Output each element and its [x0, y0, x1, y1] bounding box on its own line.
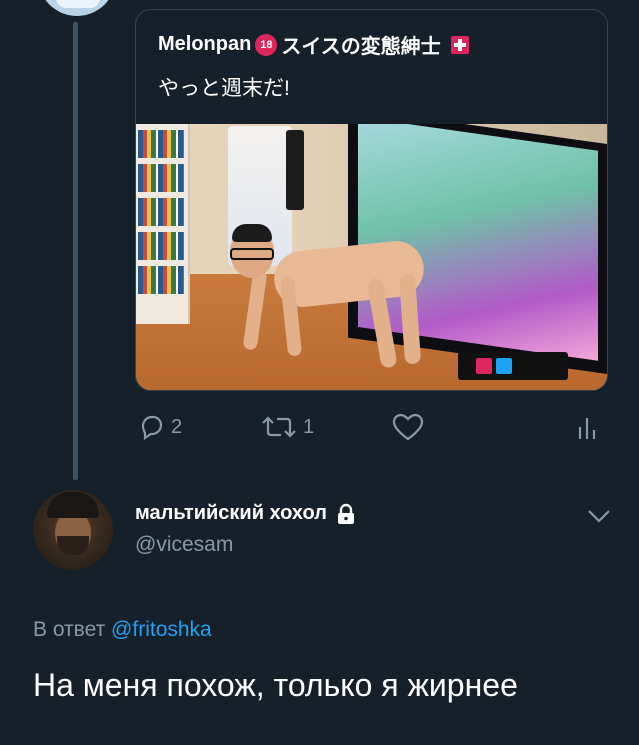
quoted-author-name-suffix: スイスの変態紳士 [281, 36, 441, 58]
quoted-tweet-text: やっと週末だ! [158, 77, 290, 100]
18-badge-icon: 18 [255, 33, 278, 56]
lock-icon [337, 503, 354, 524]
retweet-count: 1 [303, 415, 315, 438]
chevron-down-icon[interactable] [586, 506, 612, 526]
reply-icon [141, 415, 163, 441]
retweet-icon [262, 416, 296, 438]
photo-speaker [286, 130, 304, 210]
photo-books [138, 198, 184, 226]
photo-person [224, 224, 434, 378]
reply-button[interactable]: 2 [137, 412, 182, 442]
analytics-icon [578, 418, 596, 439]
swiss-flag-icon [450, 35, 469, 54]
photo-books [138, 130, 184, 158]
tweet-actions: 2 1 [135, 412, 606, 446]
avatar-beard [57, 536, 89, 556]
quoted-author-name: Melonpan [158, 33, 252, 55]
quoted-tweet-header: Melonpan 18 スイスの変態紳士 [158, 30, 469, 59]
photo-person-leg [398, 273, 422, 365]
avatar-hat [47, 492, 99, 518]
reply-to-mention[interactable]: @fritoshka [111, 618, 212, 641]
retweet-button[interactable]: 1 [259, 412, 314, 442]
like-button[interactable] [391, 412, 425, 442]
photo-person-glasses [230, 248, 274, 260]
photo-bookshelf [136, 124, 190, 324]
photo-console-dock [458, 352, 568, 380]
thread-line [73, 22, 78, 480]
analytics-button[interactable] [575, 412, 601, 442]
photo-books [138, 164, 184, 192]
photo-person-arm [242, 269, 268, 351]
previous-avatar[interactable] [38, 0, 116, 16]
author-username[interactable]: @vicesam [135, 533, 233, 557]
photo-books [138, 266, 184, 294]
reply-to-line: В ответ @fritoshka [33, 618, 212, 642]
author-display-name[interactable]: мальтийский хохол [135, 502, 357, 525]
tweet-text: На меня похож, только я жирнее [33, 667, 518, 703]
avatar[interactable] [33, 490, 113, 570]
quoted-tweet-photo[interactable] [136, 124, 607, 390]
reply-to-prefix: В ответ [33, 618, 106, 641]
photo-person-hair [232, 224, 272, 242]
reply-count: 2 [171, 415, 183, 438]
like-icon [392, 413, 424, 441]
photo-books [138, 232, 184, 260]
display-name-text: мальтийский хохол [135, 502, 327, 524]
quoted-tweet-card[interactable]: Melonpan 18 スイスの変態紳士 やっと週末だ! [135, 9, 608, 391]
